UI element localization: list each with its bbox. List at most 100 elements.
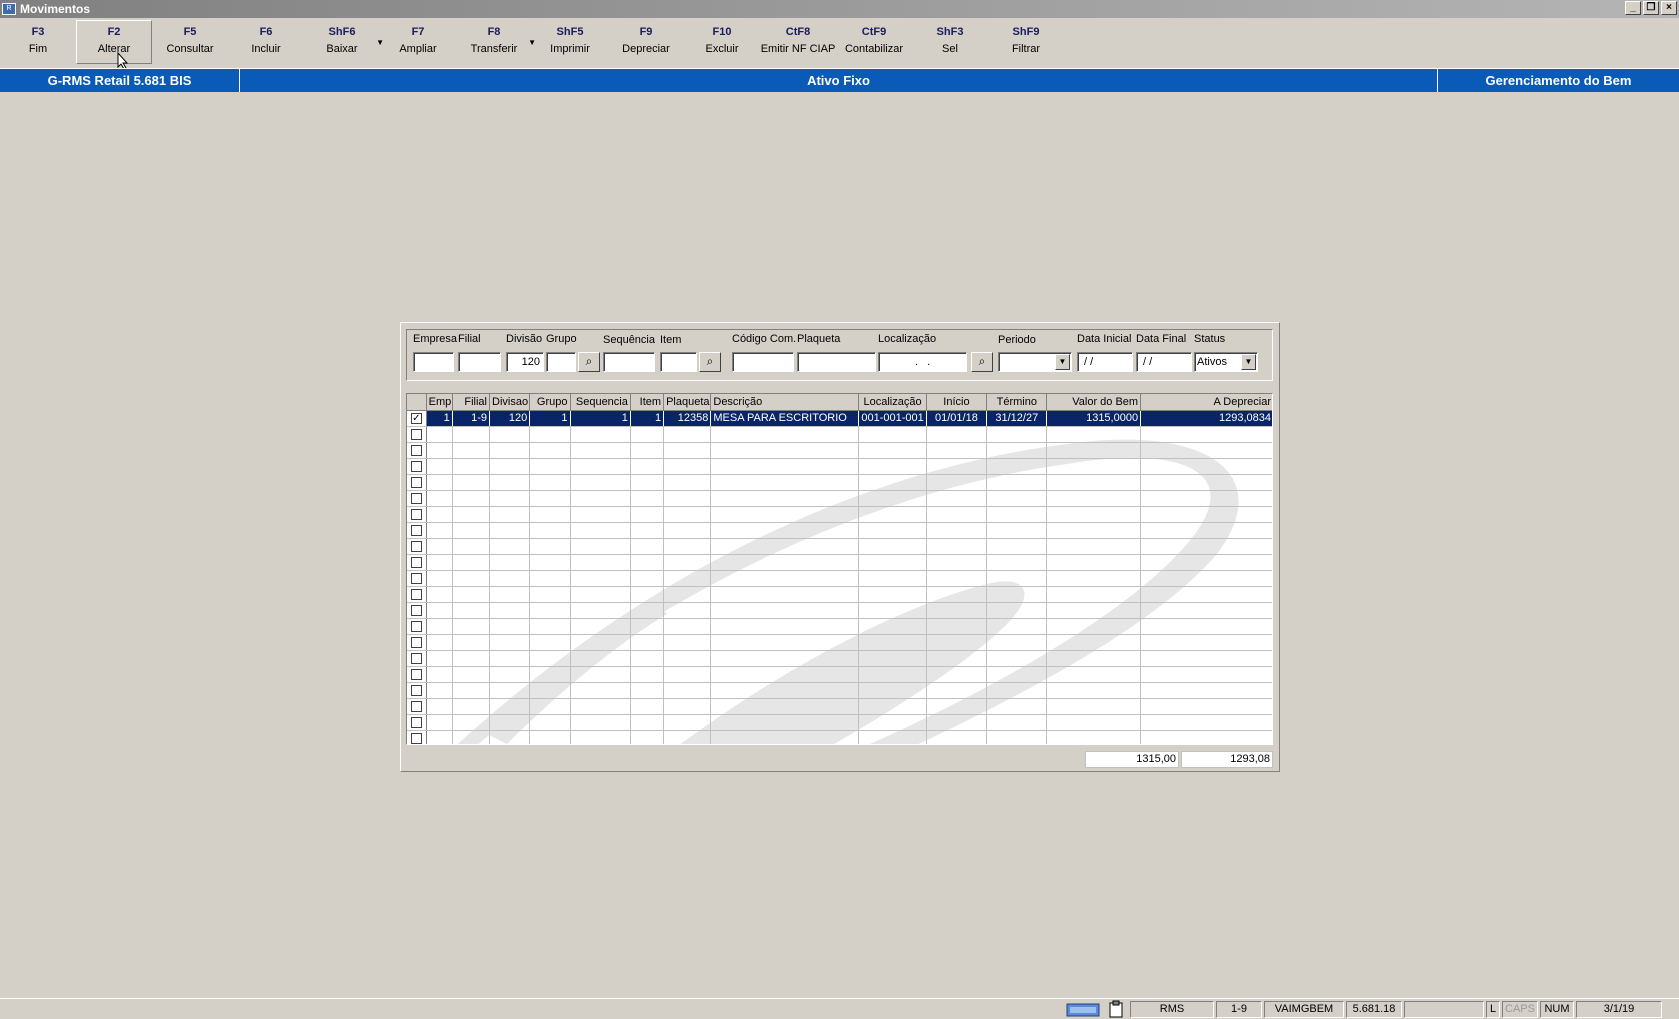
grupo-input[interactable]: [546, 352, 576, 372]
row-checkbox[interactable]: [407, 586, 427, 603]
toolbar-button-sel[interactable]: ShF3 Sel: [912, 20, 988, 64]
checkbox-unchecked-icon[interactable]: [410, 652, 422, 664]
row-checkbox[interactable]: [407, 714, 427, 731]
column-header-select[interactable]: [407, 394, 427, 411]
table-row-empty[interactable]: [407, 506, 1272, 523]
binoculars-search-icon[interactable]: ⌕: [971, 352, 993, 372]
checkbox-unchecked-icon[interactable]: [410, 620, 422, 632]
column-header-item[interactable]: Item: [630, 394, 665, 411]
row-checkbox[interactable]: [407, 474, 427, 491]
row-checkbox[interactable]: [407, 442, 427, 459]
table-row-empty[interactable]: [407, 666, 1272, 683]
table-row-empty[interactable]: [407, 490, 1272, 507]
checkbox-unchecked-icon[interactable]: [410, 508, 422, 520]
column-header-descricao[interactable]: Descrição: [710, 394, 860, 411]
binoculars-search-icon[interactable]: ⌕: [699, 352, 721, 372]
table-row-empty[interactable]: [407, 570, 1272, 587]
column-header-emp[interactable]: Emp: [426, 394, 453, 411]
empresa-input[interactable]: [413, 352, 454, 372]
toolbar-button-consultar[interactable]: F5 Consultar: [152, 20, 228, 64]
column-header-termino[interactable]: Término: [986, 394, 1048, 411]
column-header-valor-do-bem[interactable]: Valor do Bem: [1046, 394, 1142, 411]
toolbar-button-transferir[interactable]: F8 Transferir ▼: [456, 20, 536, 64]
checkbox-unchecked-icon[interactable]: [410, 476, 422, 488]
checkbox-unchecked-icon[interactable]: [410, 428, 422, 440]
table-row-empty[interactable]: [407, 458, 1272, 475]
column-header-plaqueta[interactable]: Plaqueta: [663, 394, 712, 411]
sequencia-input[interactable]: [603, 352, 655, 372]
column-header-filial[interactable]: Filial: [452, 394, 491, 411]
column-header-sequencia[interactable]: Sequencia: [570, 394, 631, 411]
table-row-empty[interactable]: [407, 522, 1272, 539]
table-row-empty[interactable]: [407, 618, 1272, 635]
checkbox-unchecked-icon[interactable]: [410, 684, 422, 696]
table-row-empty[interactable]: [407, 538, 1272, 555]
checkbox-unchecked-icon[interactable]: [410, 444, 422, 456]
minimize-icon[interactable]: _: [1625, 1, 1641, 15]
data-inicial-input[interactable]: / /: [1077, 352, 1133, 372]
checkbox-unchecked-icon[interactable]: [410, 524, 422, 536]
column-header-divisao[interactable]: Divisao: [489, 394, 531, 411]
row-checkbox[interactable]: [407, 698, 427, 715]
restore-icon[interactable]: ❐: [1643, 1, 1659, 15]
toolbar-button-depreciar[interactable]: F9 Depreciar: [608, 20, 684, 64]
toolbar-button-imprimir[interactable]: ShF5 Imprimir: [532, 20, 608, 64]
table-row-empty[interactable]: [407, 474, 1272, 491]
table-row-empty[interactable]: [407, 698, 1272, 715]
checkbox-unchecked-icon[interactable]: [410, 732, 422, 744]
row-checkbox[interactable]: [407, 458, 427, 475]
table-row-empty[interactable]: [407, 682, 1272, 699]
periodo-select[interactable]: ▼: [998, 352, 1072, 372]
table-row-empty[interactable]: [407, 650, 1272, 667]
row-checkbox[interactable]: [407, 618, 427, 635]
table-row-empty[interactable]: [407, 714, 1272, 731]
row-checkbox[interactable]: [407, 506, 427, 523]
row-checkbox[interactable]: [407, 522, 427, 539]
checkbox-unchecked-icon[interactable]: [410, 700, 422, 712]
table-row-empty[interactable]: [407, 730, 1272, 744]
close-icon[interactable]: ×: [1661, 1, 1677, 15]
table-row-empty[interactable]: [407, 426, 1272, 443]
table-row-empty[interactable]: [407, 442, 1272, 459]
toolbar-button-baixar[interactable]: ShF6 Baixar ▼: [304, 20, 384, 64]
checkbox-unchecked-icon[interactable]: [410, 460, 422, 472]
checkbox-unchecked-icon[interactable]: [410, 604, 422, 616]
codigo-com-input[interactable]: [732, 352, 794, 372]
data-final-input[interactable]: / /: [1136, 352, 1192, 372]
table-row-empty[interactable]: [407, 602, 1272, 619]
localizacao-input[interactable]: . .: [878, 352, 967, 372]
row-checkbox[interactable]: [407, 570, 427, 587]
toolbar-button-ampliar[interactable]: F7 Ampliar: [380, 20, 456, 64]
checkbox-unchecked-icon[interactable]: [410, 540, 422, 552]
column-header-localizacao[interactable]: Localização: [858, 394, 927, 411]
binoculars-search-icon[interactable]: ⌕: [578, 352, 600, 372]
table-row-empty[interactable]: [407, 554, 1272, 571]
column-header-a-depreciar[interactable]: A Depreciar: [1140, 394, 1272, 411]
toolbar-button-incluir[interactable]: F6 Incluir: [228, 20, 304, 64]
column-header-grupo[interactable]: Grupo: [529, 394, 571, 411]
checkbox-unchecked-icon[interactable]: [410, 636, 422, 648]
toolbar-button-contabilizar[interactable]: CtF9 Contabilizar: [836, 20, 912, 64]
table-row-empty[interactable]: [407, 586, 1272, 603]
checkbox-unchecked-icon[interactable]: [410, 572, 422, 584]
toolbar-button-emitir-nf-ciap[interactable]: CtF8 Emitir NF CIAP: [760, 20, 836, 64]
checkbox-unchecked-icon[interactable]: [410, 668, 422, 680]
toolbar-button-alterar[interactable]: F2 Alterar: [76, 20, 152, 64]
row-checkbox[interactable]: [407, 426, 427, 443]
checkbox-unchecked-icon[interactable]: [410, 492, 422, 504]
checkbox-checked-icon[interactable]: ✓: [410, 412, 422, 424]
filial-input[interactable]: [458, 352, 501, 372]
row-checkbox[interactable]: [407, 490, 427, 507]
row-checkbox[interactable]: ✓: [407, 410, 427, 427]
toolbar-button-fim[interactable]: F3 Fim: [0, 20, 76, 64]
row-checkbox[interactable]: [407, 554, 427, 571]
status-select[interactable]: Ativos ▼: [1194, 352, 1258, 372]
divisao-input[interactable]: 120: [506, 352, 544, 372]
row-checkbox[interactable]: [407, 602, 427, 619]
toolbar-button-filtrar[interactable]: ShF9 Filtrar: [988, 20, 1064, 64]
column-header-inicio[interactable]: Início: [926, 394, 988, 411]
row-checkbox[interactable]: [407, 650, 427, 667]
checkbox-unchecked-icon[interactable]: [410, 716, 422, 728]
toolbar-button-excluir[interactable]: F10 Excluir: [684, 20, 760, 64]
row-checkbox[interactable]: [407, 682, 427, 699]
